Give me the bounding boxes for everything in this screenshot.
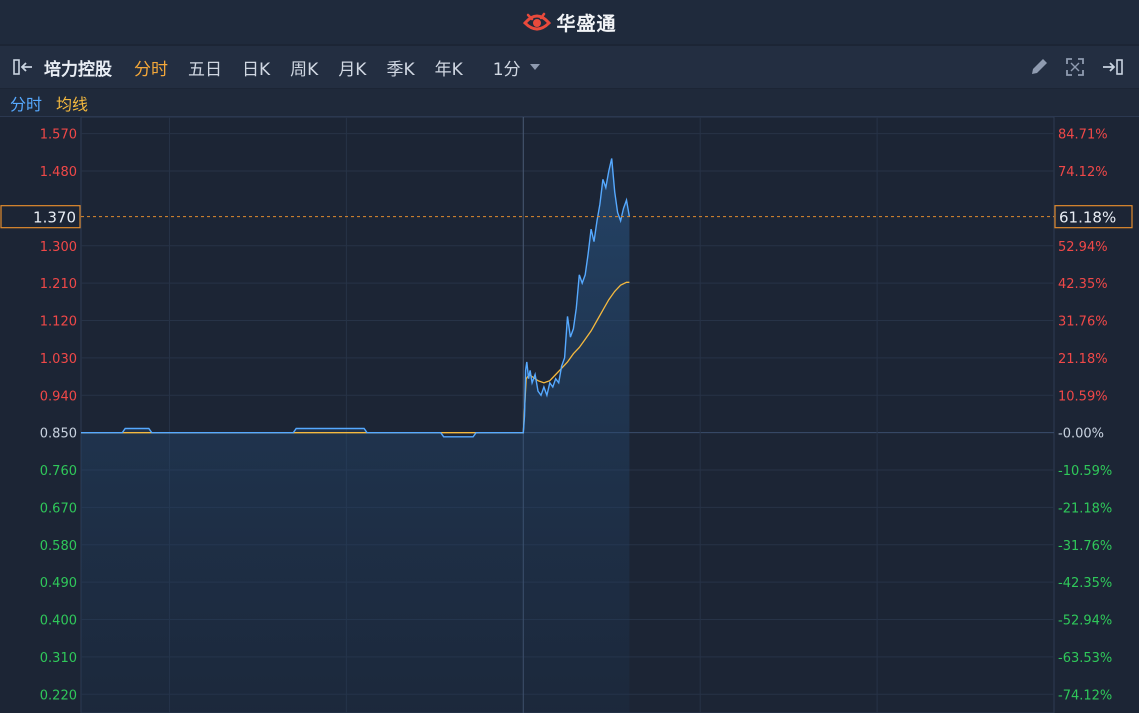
collapse-panel-icon[interactable]	[12, 57, 38, 77]
toolbar-right-icons	[1029, 46, 1125, 88]
y-tick-label-price: 1.210	[40, 277, 77, 292]
y-tick-label-percent: 74.12%	[1058, 165, 1108, 180]
y-tick-label-percent: 42.35%	[1058, 277, 1108, 292]
expand-panel-icon[interactable]	[1101, 57, 1125, 77]
app-logo-text: 华盛通	[556, 12, 617, 35]
y-tick-label-percent: -42.35%	[1058, 576, 1112, 591]
y-tick-label-price: 1.030	[40, 352, 77, 367]
interval-value: 1分	[492, 59, 521, 80]
caret-down-icon	[529, 64, 540, 70]
y-tick-label-price: 1.120	[40, 315, 77, 330]
fullscreen-icon[interactable]	[1065, 57, 1085, 77]
y-tick-label-price: 0.760	[40, 464, 77, 479]
pencil-icon[interactable]	[1029, 57, 1049, 77]
app-logo: 华盛通	[522, 9, 616, 36]
y-tick-label-price: 1.480	[40, 165, 77, 180]
y-tick-label-percent: -52.94%	[1058, 614, 1112, 629]
stock-name: 培力控股	[44, 59, 112, 80]
legend-average: 均线	[56, 94, 89, 114]
y-tick-label-price: 0.850	[40, 427, 77, 442]
tab-quarterly-k[interactable]: 季K	[386, 55, 414, 80]
chart-toolbar: 培力控股 分时 五日 日K 周K 月K 季K 年K 1分	[0, 46, 1139, 88]
y-tick-label-price: 0.490	[40, 576, 77, 591]
crosshair-price-label: 1.370	[33, 209, 76, 227]
tab-daily-k[interactable]: 日K	[242, 55, 270, 80]
y-tick-label-percent: 84.71%	[1058, 128, 1108, 143]
y-tick-label-percent: -21.18%	[1058, 501, 1112, 516]
tab-monthly-k[interactable]: 月K	[338, 55, 366, 80]
y-tick-label-percent: -63.53%	[1058, 651, 1112, 666]
tab-weekly-k[interactable]: 周K	[290, 55, 318, 80]
y-tick-label-percent: -10.59%	[1058, 464, 1112, 479]
y-tick-label-percent: 10.59%	[1058, 389, 1108, 404]
y-tick-label-price: 0.940	[40, 389, 77, 404]
y-tick-label-percent: -0.00%	[1058, 427, 1104, 442]
chart-legend: 分时 均线	[0, 89, 1139, 117]
y-tick-label-price: 0.580	[40, 539, 77, 554]
tab-five-day[interactable]: 五日	[188, 55, 222, 80]
y-tick-label-percent: 31.76%	[1058, 315, 1108, 330]
y-tick-label-price: 1.570	[40, 128, 77, 143]
y-tick-label-percent: -31.76%	[1058, 539, 1112, 554]
tab-intraday[interactable]: 分时	[134, 55, 168, 80]
y-tick-label-price: 0.400	[40, 614, 77, 629]
interval-select[interactable]: 1分	[493, 55, 541, 80]
title-bar: 华盛通	[0, 0, 1139, 44]
y-tick-label-price: 0.310	[40, 651, 77, 666]
tab-yearly-k[interactable]: 年K	[435, 55, 463, 80]
crosshair-percent-label: 61.18%	[1059, 209, 1116, 227]
y-tick-label-price: 0.220	[40, 688, 77, 703]
eye-logo-icon	[523, 12, 552, 31]
y-tick-label-percent: 52.94%	[1058, 240, 1108, 255]
y-tick-label-percent: 21.18%	[1058, 352, 1108, 367]
y-tick-label-price: 0.670	[40, 501, 77, 516]
y-tick-label-percent: -74.12%	[1058, 688, 1112, 703]
y-tick-label-price: 1.300	[40, 240, 77, 255]
legend-intraday: 分时	[10, 94, 43, 114]
intraday-chart: 1.570 84.71% 1.480 74.12% 1.300 52.94% 1.210 42…	[0, 117, 1133, 713]
